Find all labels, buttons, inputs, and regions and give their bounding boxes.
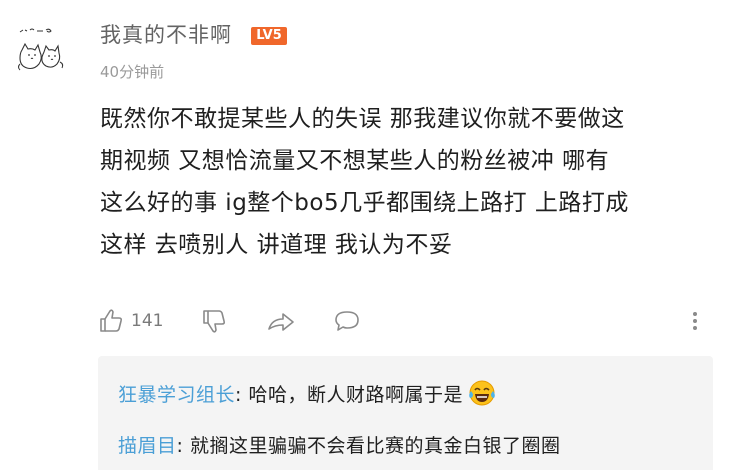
dislike-button[interactable] bbox=[201, 305, 229, 337]
like-count: 141 bbox=[131, 311, 164, 331]
reply-item[interactable]: 描眉目: 就搁这里骗骗不会看比赛的真金白银了圈圈 bbox=[118, 432, 560, 460]
reply-author[interactable]: 描眉目 bbox=[118, 435, 177, 457]
username[interactable]: 我真的不非啊 bbox=[100, 20, 232, 50]
comment-line: 这样 去喷别人 讲道理 我认为不妥 bbox=[100, 232, 453, 258]
comment-line: 既然你不敢提某些人的失误 那我建议你就不要做这 bbox=[100, 106, 625, 132]
user-avatar[interactable] bbox=[8, 18, 72, 82]
reply-text: 就搁这里骗骗不会看比赛的真金白银了圈圈 bbox=[189, 435, 561, 457]
comment-line: 期视频 又想恰流量又不想某些人的粉丝被冲 哪有 bbox=[100, 148, 610, 174]
reply-text: 哈哈，断人财路啊属于是 bbox=[248, 384, 463, 406]
comment-timestamp: 40分钟前 bbox=[100, 63, 165, 81]
share-arrow-icon bbox=[268, 313, 294, 331]
replies-panel[interactable]: 狂暴学习组长: 哈哈，断人财路啊属于是 描眉目: 就搁这里骗骗不会看比赛的真金白… bbox=[98, 356, 713, 470]
share-button[interactable] bbox=[266, 305, 296, 337]
thumbs-up-icon bbox=[100, 309, 123, 332]
reply-separator: : bbox=[235, 384, 249, 406]
cat-doodle-avatar-icon bbox=[18, 28, 64, 71]
laughing-tears-emoji-icon bbox=[467, 378, 497, 416]
like-button[interactable]: 141 bbox=[98, 305, 163, 337]
reply-button[interactable] bbox=[332, 305, 362, 337]
more-options-button[interactable] bbox=[688, 305, 702, 337]
level-badge: LV5 bbox=[251, 27, 287, 45]
chat-bubble-icon bbox=[335, 311, 359, 331]
comment-line: 这么好的事 ig整个bo5几乎都围绕上路打 上路打成 bbox=[100, 190, 629, 216]
comment-text: 既然你不敢提某些人的失误 那我建议你就不要做这 期视频 又想恰流量又不想某些人的… bbox=[100, 98, 725, 266]
more-vertical-icon bbox=[693, 312, 697, 330]
reply-item[interactable]: 狂暴学习组长: 哈哈，断人财路啊属于是 bbox=[118, 378, 497, 416]
comment-actions: 141 bbox=[98, 305, 723, 337]
thumbs-down-icon bbox=[203, 310, 226, 333]
reply-separator: : bbox=[176, 435, 190, 457]
reply-author[interactable]: 狂暴学习组长 bbox=[118, 384, 235, 406]
comment-screen: 我真的不非啊 LV5 40分钟前 既然你不敢提某些人的失误 那我建议你就不要做这… bbox=[0, 0, 735, 470]
